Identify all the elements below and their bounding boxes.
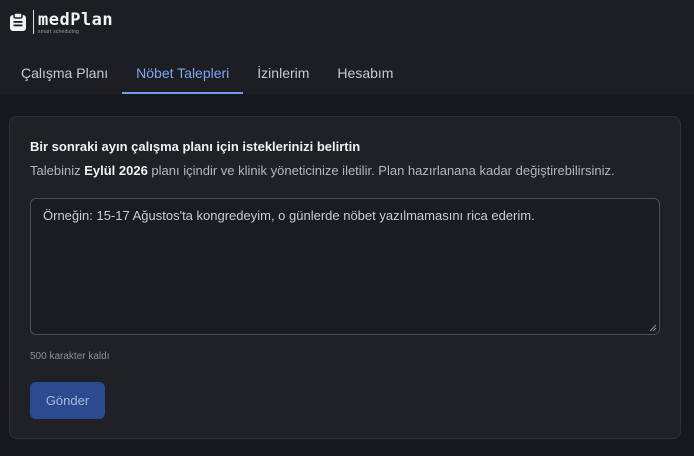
app-header: medPlan smart scheduling Çalışma Planı N… — [0, 0, 694, 94]
tab-hesabim[interactable]: Hesabım — [323, 56, 407, 94]
card-title: Bir sonraki ayın çalışma planı için iste… — [30, 139, 361, 154]
char-counter: 500 karakter kaldı — [30, 351, 110, 362]
card-description: Talebiniz Eylül 2026 planı içindir ve kl… — [30, 163, 615, 178]
request-card: Bir sonraki ayın çalışma planı için iste… — [9, 116, 681, 439]
brand-tagline: smart scheduling — [38, 29, 79, 35]
desc-suffix: planı içindir ve klinik yöneticinize ile… — [147, 163, 615, 178]
main-tabs: Çalışma Planı Nöbet Talepleri İzinlerim … — [7, 56, 407, 94]
request-textarea[interactable]: Örneğin: 15-17 Ağustos'ta kongredeyim, o… — [30, 198, 660, 335]
logo-divider — [33, 10, 34, 34]
desc-prefix: Talebiniz — [30, 163, 85, 178]
tab-nobet-talepleri[interactable]: Nöbet Talepleri — [122, 56, 244, 94]
resize-handle-icon[interactable] — [649, 324, 657, 332]
submit-button[interactable]: Gönder — [30, 382, 105, 419]
brand-logo[interactable]: medPlan smart scheduling — [8, 10, 113, 35]
clipboard-icon — [10, 12, 26, 31]
tab-calisma-plani[interactable]: Çalışma Planı — [7, 56, 122, 94]
tab-izinlerim[interactable]: İzinlerim — [243, 56, 323, 94]
brand-name: medPlan — [38, 10, 114, 30]
textarea-placeholder: Örneğin: 15-17 Ağustos'ta kongredeyim, o… — [43, 208, 535, 223]
plan-period: Eylül 2026 — [84, 163, 148, 178]
